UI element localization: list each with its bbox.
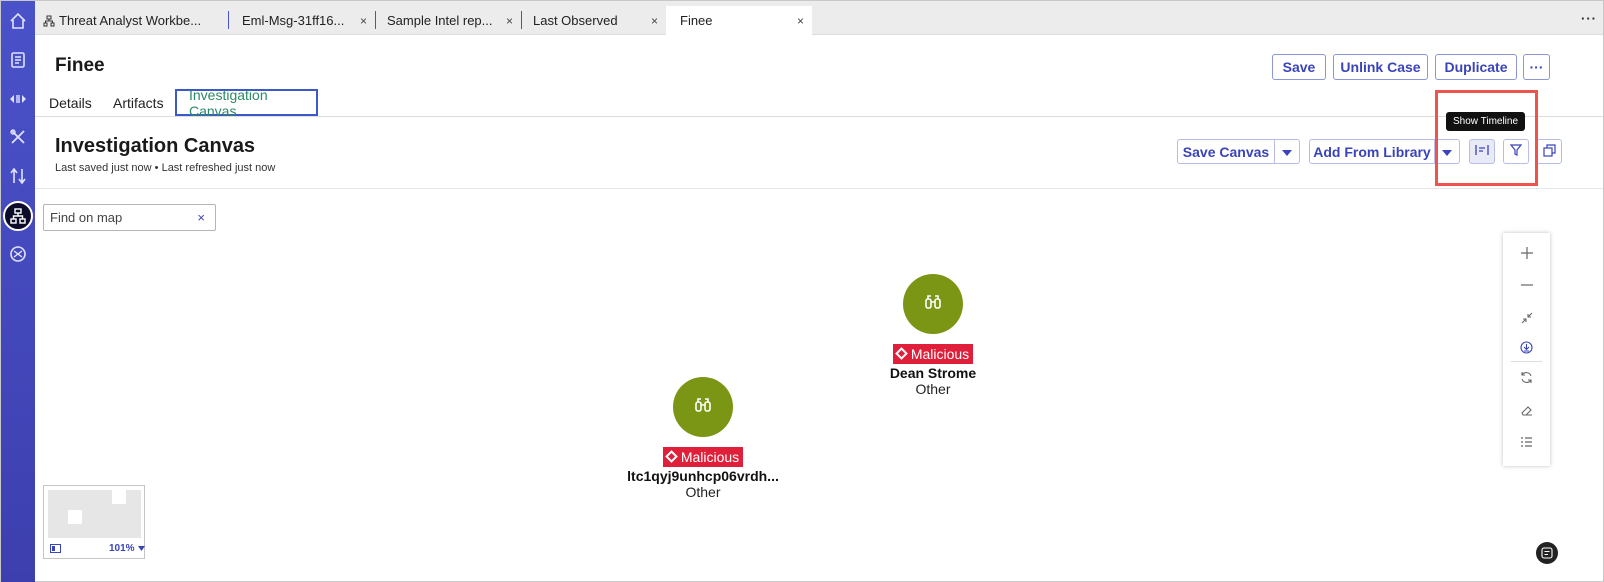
tab-last-observed[interactable]: Last Observed × (521, 6, 666, 35)
zoom-level[interactable]: 101% (109, 543, 135, 554)
tab-separator (521, 11, 522, 29)
subtab-details[interactable]: Details (37, 89, 104, 116)
highlight-box (1435, 90, 1538, 186)
find-on-map-input[interactable] (50, 205, 190, 229)
transfer-icon[interactable] (4, 162, 32, 190)
node-circle[interactable] (903, 274, 963, 334)
close-icon[interactable]: × (360, 14, 367, 28)
cases-icon[interactable] (4, 46, 32, 74)
save-canvas-dropdown[interactable] (1274, 139, 1300, 164)
save-button[interactable]: Save (1272, 54, 1326, 80)
copy-icon (1542, 143, 1556, 160)
canvas-status: Last saved just now • Last refreshed jus… (55, 162, 276, 174)
legend-list-icon[interactable] (1503, 431, 1550, 453)
unlink-case-button[interactable]: Unlink Case (1333, 54, 1428, 80)
home-icon[interactable] (4, 7, 32, 35)
close-icon[interactable]: × (651, 14, 658, 28)
tab-label: Finee (680, 13, 713, 28)
find-on-map-box: × (43, 204, 216, 231)
minimap[interactable]: 101% (43, 485, 145, 559)
tab-separator (228, 11, 229, 29)
diamond-icon (664, 450, 678, 463)
fit-to-screen-icon[interactable] (1503, 307, 1550, 329)
binoculars-icon (924, 294, 942, 315)
close-icon[interactable]: × (797, 14, 804, 28)
node-type: Other (685, 484, 721, 500)
tab-overflow-menu[interactable]: ··· (1581, 11, 1597, 26)
clear-icon[interactable]: × (197, 210, 205, 225)
tab-finee[interactable]: Finee × (666, 6, 812, 35)
divider (35, 188, 1603, 189)
badge-label: Malicious (680, 449, 740, 465)
workbench-icon (43, 15, 55, 27)
canvas-title: Investigation Canvas (55, 135, 256, 157)
duplicate-button[interactable]: Duplicate (1435, 54, 1517, 80)
subtab-investigation-canvas[interactable]: Investigation Canvas (175, 87, 318, 119)
refresh-icon[interactable] (1503, 366, 1550, 388)
tab-threat-analyst-workbench[interactable]: Threat Analyst Workbe... (35, 6, 228, 35)
badge-label: Malicious (910, 346, 970, 362)
divider (35, 116, 1603, 117)
minimap-node (68, 510, 82, 524)
tab-sample-intel-report[interactable]: Sample Intel rep... × (375, 6, 521, 35)
tab-bar: Threat Analyst Workbe... Eml-Msg-31ff16.… (35, 1, 1603, 35)
divider (1511, 361, 1542, 362)
tab-label: Threat Analyst Workbe... (59, 13, 202, 28)
node-circle[interactable] (673, 377, 733, 437)
zoom-in-icon[interactable] (1503, 242, 1550, 264)
chevron-down-icon (1282, 145, 1292, 159)
node-name: Dean Strome (889, 365, 977, 381)
tab-label: Eml-Msg-31ff16... (242, 13, 345, 28)
page-title: Finee (55, 55, 105, 76)
minimap-toggle-icon[interactable] (50, 543, 61, 553)
minimap-footer: 101% (44, 538, 145, 558)
malicious-badge: Malicious (662, 447, 744, 467)
zoom-controls (1503, 233, 1550, 466)
tools-icon[interactable] (4, 123, 32, 151)
tooltip: Show Timeline (1446, 112, 1526, 131)
node-type: Other (915, 381, 951, 397)
diamond-icon (894, 347, 908, 360)
close-icon[interactable]: × (506, 14, 513, 28)
tab-label: Sample Intel rep... (387, 13, 493, 28)
integrations-icon[interactable] (4, 85, 32, 113)
assistant-icon[interactable] (1536, 542, 1558, 564)
malicious-badge: Malicious (892, 344, 974, 364)
investigation-canvas-icon[interactable] (3, 201, 33, 231)
tab-separator (375, 11, 376, 29)
download-icon[interactable] (1503, 336, 1550, 358)
binoculars-icon (694, 397, 712, 418)
minimap-area (48, 490, 141, 538)
node-name: ltc1qyj9unhcp06vrdh... (627, 468, 779, 484)
chevron-down-icon[interactable] (137, 545, 145, 551)
save-canvas-button[interactable]: Save Canvas (1177, 139, 1275, 164)
tab-eml-msg[interactable]: Eml-Msg-31ff16... × (228, 6, 375, 35)
tab-label: Last Observed (533, 13, 618, 28)
add-from-library-button[interactable]: Add From Library (1309, 139, 1435, 164)
automation-icon[interactable] (4, 240, 32, 268)
minimap-node (112, 490, 126, 504)
zoom-out-icon[interactable] (1503, 274, 1550, 296)
copy-canvas-button[interactable] (1536, 139, 1562, 164)
subtab-artifacts[interactable]: Artifacts (101, 89, 176, 116)
graph-node[interactable]: Malicious Dean Strome Other (833, 274, 1033, 397)
more-actions-button[interactable]: ··· (1523, 54, 1550, 80)
eraser-icon[interactable] (1503, 399, 1550, 421)
graph-node[interactable]: Malicious ltc1qyj9unhcp06vrdh... Other (603, 377, 803, 500)
left-nav (1, 1, 35, 582)
